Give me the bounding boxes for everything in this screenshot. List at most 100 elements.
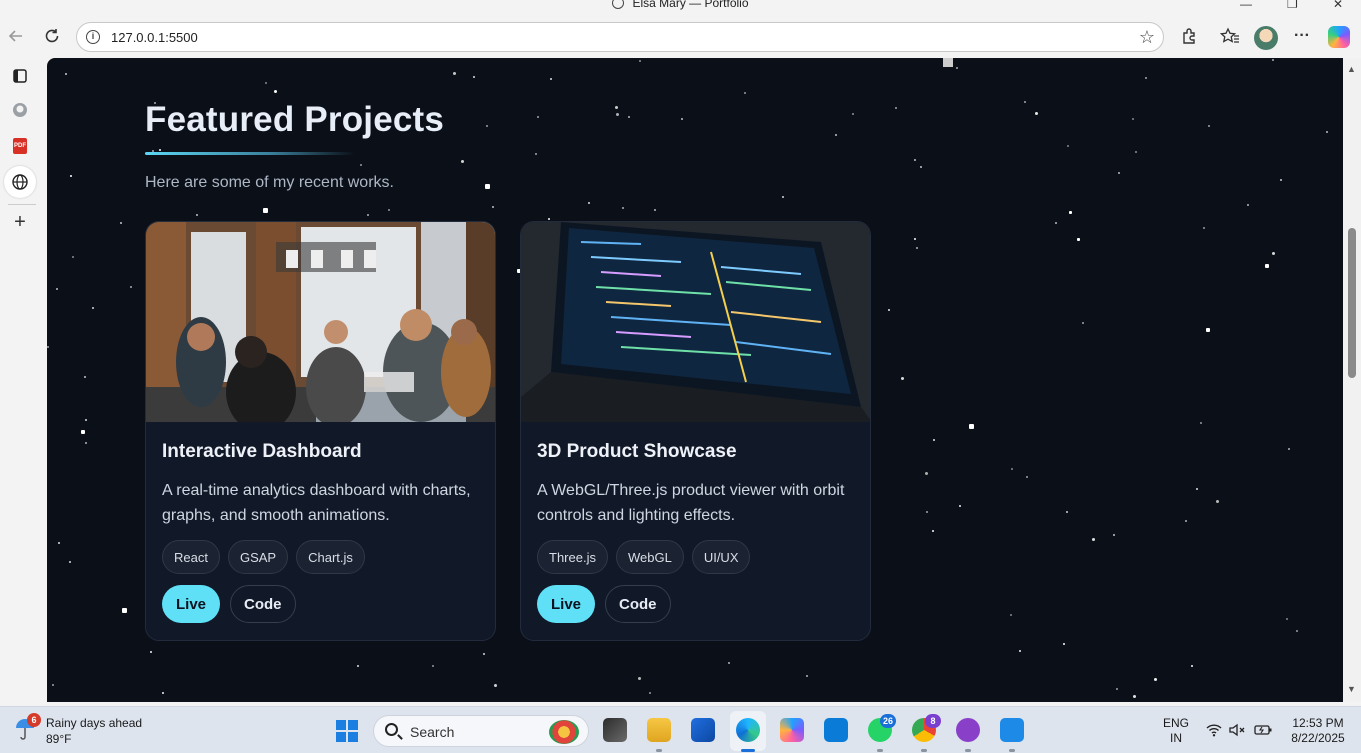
search-label: Search xyxy=(410,724,455,740)
copilot-app-icon[interactable] xyxy=(780,718,804,742)
microsoft-store-icon[interactable] xyxy=(691,718,715,742)
star xyxy=(931,529,934,532)
vscode-icon[interactable] xyxy=(1000,718,1024,742)
live-button[interactable]: Live xyxy=(537,585,596,623)
scroll-up-arrow-icon[interactable]: ▲ xyxy=(1347,64,1356,74)
star xyxy=(1191,664,1194,667)
star xyxy=(621,206,624,209)
star xyxy=(1295,629,1298,632)
edge-icon[interactable] xyxy=(736,718,760,742)
project-title: Interactive Dashboard xyxy=(162,441,362,462)
star xyxy=(959,504,962,507)
taskbar-search[interactable]: Search xyxy=(373,715,589,747)
star xyxy=(1069,211,1072,214)
url-text[interactable]: 127.0.0.1:5500 xyxy=(111,30,198,45)
file-explorer-icon[interactable] xyxy=(647,718,671,742)
tab-actions-icon[interactable] xyxy=(8,64,32,88)
refresh-icon[interactable] xyxy=(40,24,64,48)
star xyxy=(1034,111,1038,115)
search-icon xyxy=(385,723,398,736)
running-indicator xyxy=(877,749,883,752)
star xyxy=(835,134,838,137)
star xyxy=(81,430,85,434)
star xyxy=(926,510,929,513)
star xyxy=(482,653,485,656)
star xyxy=(1271,252,1275,256)
star xyxy=(1025,475,1028,478)
star xyxy=(913,237,916,240)
star xyxy=(57,542,60,545)
page-scrollbar[interactable]: ▲ ▼ xyxy=(1343,58,1361,702)
language-indicator[interactable]: ENG IN xyxy=(1163,716,1189,746)
active-indicator xyxy=(741,749,755,752)
maximize-button[interactable]: ❐ xyxy=(1287,0,1298,11)
star xyxy=(357,665,360,668)
more-icon[interactable]: ··· xyxy=(1290,24,1314,48)
star xyxy=(274,90,278,94)
clock-date: 8/22/2025 xyxy=(1291,731,1345,745)
running-indicator xyxy=(656,749,662,752)
region-code: IN xyxy=(1170,731,1182,745)
star xyxy=(387,209,390,212)
favorites-icon[interactable] xyxy=(1218,24,1242,48)
clock[interactable]: 12:53 PM 8/22/2025 xyxy=(1284,716,1352,746)
tag-threejs: Three.js xyxy=(537,540,608,574)
star xyxy=(453,71,457,75)
star xyxy=(1196,488,1198,491)
star xyxy=(1206,328,1210,332)
github-desktop-icon[interactable] xyxy=(956,718,980,742)
project-description: A WebGL/Three.js product viewer with orb… xyxy=(537,482,845,524)
wifi-icon[interactable] xyxy=(1206,723,1222,742)
favorite-star-icon[interactable]: ☆ xyxy=(1139,27,1155,48)
card-actions: Live Code xyxy=(537,585,671,623)
star xyxy=(925,472,929,475)
star xyxy=(1112,533,1115,536)
star xyxy=(494,683,498,687)
star xyxy=(159,148,162,151)
extensions-icon[interactable] xyxy=(1177,24,1201,48)
section-title: Featured Projects xyxy=(145,100,445,139)
star xyxy=(1082,321,1085,324)
task-view-icon[interactable] xyxy=(603,718,627,742)
start-windows-icon[interactable] xyxy=(336,720,358,742)
star xyxy=(913,159,916,162)
add-icon[interactable]: + xyxy=(8,210,32,234)
battery-icon[interactable] xyxy=(1254,723,1272,742)
volume-muted-icon[interactable] xyxy=(1229,723,1245,742)
address-bar[interactable]: i 127.0.0.1:5500 ☆ xyxy=(76,22,1164,52)
language-code: ENG xyxy=(1163,716,1190,730)
cortana-icon[interactable] xyxy=(824,718,848,742)
star xyxy=(805,675,808,678)
scroll-marker xyxy=(943,58,953,67)
weather-badge: 6 xyxy=(27,713,41,727)
pdf-label: PDF xyxy=(13,138,27,154)
code-button[interactable]: Code xyxy=(230,585,296,623)
star xyxy=(1134,151,1137,154)
close-button[interactable]: ✕ xyxy=(1333,0,1343,11)
star xyxy=(627,115,630,118)
copilot-icon[interactable] xyxy=(1328,26,1350,48)
profile-avatar[interactable] xyxy=(1254,26,1278,50)
back-icon[interactable] xyxy=(4,24,28,48)
star xyxy=(432,665,435,668)
live-button[interactable]: Live xyxy=(162,585,221,623)
star xyxy=(195,214,198,217)
star xyxy=(1247,204,1250,207)
star xyxy=(728,661,731,664)
search-highlight-icon xyxy=(549,720,579,744)
star xyxy=(1279,179,1282,182)
project-card: Interactive Dashboard A real-time analyt… xyxy=(145,221,496,641)
weather-widget[interactable]: Rainy days ahead 89°F xyxy=(46,715,142,747)
code-button[interactable]: Code xyxy=(605,585,671,623)
minimize-button[interactable]: — xyxy=(1240,0,1252,11)
sidebar-divider xyxy=(8,204,36,205)
github-icon[interactable] xyxy=(8,98,32,122)
star xyxy=(129,285,132,288)
scrollbar-thumb[interactable] xyxy=(1348,228,1356,378)
pdf-icon[interactable]: PDF xyxy=(8,134,32,158)
scroll-down-arrow-icon[interactable]: ▼ xyxy=(1347,684,1356,694)
star xyxy=(149,650,152,653)
info-icon[interactable]: i xyxy=(86,30,100,44)
window-title-bar: Elsa Mary — Portfolio — ❐ ✕ xyxy=(0,0,1361,14)
globe-icon[interactable] xyxy=(4,166,36,198)
